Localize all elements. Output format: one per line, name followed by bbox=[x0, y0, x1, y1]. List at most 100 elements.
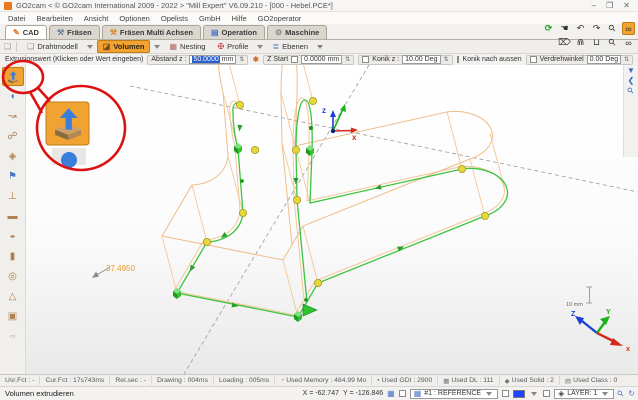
tool-boss-button[interactable]: ⊥ bbox=[2, 187, 24, 206]
zstart-checkbox[interactable] bbox=[291, 56, 298, 63]
tool-surface-button[interactable]: ⚑ bbox=[2, 167, 24, 186]
reference-checkbox[interactable] bbox=[399, 390, 406, 397]
verdreh-value[interactable]: 0.00 bbox=[590, 56, 604, 63]
regenerate-icon[interactable]: ⟳ bbox=[542, 22, 555, 35]
ribbon-volumen[interactable]: ◪ Volumen bbox=[97, 40, 151, 53]
collapse-icon[interactable]: ❮ bbox=[628, 77, 635, 85]
color-swatch[interactable] bbox=[513, 390, 525, 398]
maximize-button[interactable]: ❐ bbox=[606, 1, 613, 10]
verdreh-checkbox[interactable] bbox=[530, 56, 537, 63]
menu-hilfe[interactable]: Hilfe bbox=[232, 14, 247, 23]
verdreh-spinner[interactable]: ⇅ bbox=[624, 56, 629, 63]
strip-search-icon[interactable]: ⚲ bbox=[626, 86, 636, 96]
menu-ansicht[interactable]: Ansicht bbox=[84, 14, 109, 23]
abstand-spinner[interactable]: ⇅ bbox=[239, 56, 244, 63]
app-icon bbox=[4, 2, 12, 10]
lock-icon[interactable]: ⋒ bbox=[574, 36, 587, 49]
verdreh-field[interactable]: 0.00 Deg bbox=[587, 55, 621, 64]
ribbon-nesting-label: Nesting bbox=[180, 42, 205, 51]
abstand-field[interactable]: 50.0000 mm bbox=[189, 55, 236, 64]
layer-checkbox[interactable] bbox=[543, 390, 550, 397]
operation-icon: ▤ bbox=[211, 29, 219, 37]
viewport[interactable]: z x 37.4950 10 mm Z Y bbox=[26, 65, 638, 374]
dropdown-icon[interactable] bbox=[317, 45, 323, 49]
tool-revolve-button[interactable]: ◖ bbox=[2, 87, 24, 106]
tool-ellipsoid-button[interactable]: ○ bbox=[2, 327, 24, 346]
layer-icon: ◈ bbox=[558, 390, 564, 398]
abstand-value[interactable]: 50.0000 bbox=[192, 56, 219, 63]
tool-cube-button[interactable]: ▣ bbox=[2, 307, 24, 326]
command-zoom-icon[interactable]: ⚲ bbox=[616, 389, 626, 399]
konik-spinner[interactable]: ⇅ bbox=[444, 56, 449, 63]
origin-x-label: x bbox=[352, 133, 357, 142]
zstart-group: Z Start 0.0000 mm ⇅ bbox=[263, 55, 354, 65]
tab-cad[interactable]: ✎ CAD bbox=[5, 25, 47, 39]
delete-icon[interactable]: ⊔ bbox=[590, 36, 603, 49]
undo-icon[interactable]: ↶ bbox=[574, 22, 587, 35]
dropdown-icon[interactable] bbox=[257, 45, 263, 49]
zstart-field[interactable]: 0.0000 mm bbox=[301, 55, 342, 64]
zstart-value[interactable]: 0.0000 bbox=[304, 56, 325, 63]
menu-bearbeiten[interactable]: Bearbeiten bbox=[37, 14, 73, 23]
konik-group: Konik z : 10.00 Deg ⇅ bbox=[358, 55, 452, 65]
status-loading: Loading : 005ms bbox=[214, 376, 275, 385]
dropdown-icon[interactable] bbox=[87, 45, 93, 49]
visibility-icon[interactable]: ∞ bbox=[622, 36, 635, 49]
layer-select[interactable]: ◈ LAYER: 1 bbox=[554, 389, 614, 399]
konik-field[interactable]: 10.00 Deg bbox=[402, 55, 440, 64]
nav-triad[interactable]: Z Y x bbox=[571, 309, 630, 353]
close-button[interactable]: ✕ bbox=[623, 1, 630, 10]
disc-icon: ● bbox=[9, 233, 15, 239]
minimize-button[interactable]: – bbox=[592, 1, 596, 10]
status-cur-fct: Cur.Fct : 17s743ms bbox=[40, 376, 110, 385]
menu-datei[interactable]: Datei bbox=[8, 14, 26, 23]
dropdown-icon[interactable] bbox=[154, 45, 160, 49]
tool-disc-button[interactable]: ● bbox=[2, 227, 24, 246]
konik-aussen-checkbox[interactable] bbox=[457, 56, 459, 63]
tool-loft-button[interactable]: ◈ bbox=[2, 147, 24, 166]
menu-optionen[interactable]: Optionen bbox=[119, 14, 149, 23]
redo-icon[interactable]: ↷ bbox=[590, 22, 603, 35]
konik-checkbox[interactable] bbox=[362, 56, 369, 63]
apply-icon[interactable]: ✱ bbox=[252, 55, 259, 64]
tool-pipe-button[interactable]: ☍ bbox=[2, 127, 24, 146]
tool-cylinder-button[interactable]: ▮ bbox=[2, 247, 24, 266]
status-drawing: Drawing : 004ms bbox=[152, 376, 214, 385]
tool-plate-button[interactable]: ▬ bbox=[2, 207, 24, 226]
color-checkbox[interactable] bbox=[502, 390, 509, 397]
ribbon-ebenen-label: Ebenen bbox=[282, 42, 308, 51]
nav-x-label: x bbox=[626, 346, 630, 353]
reference-select[interactable]: ▦ #1 : REFERENCE bbox=[410, 389, 498, 399]
konik-value[interactable]: 10.00 bbox=[405, 56, 423, 63]
tool-torus-button[interactable]: ◎ bbox=[2, 267, 24, 286]
ribbon-nesting[interactable]: ▦ Nesting bbox=[164, 41, 210, 52]
display-mode-icon[interactable]: ∞ bbox=[622, 22, 635, 35]
tab-fraesen[interactable]: ⚒ Fräsen bbox=[49, 25, 100, 39]
ribbon-profile[interactable]: ✠ Profile bbox=[212, 41, 253, 52]
ribbon-drahtmodell[interactable]: ❏ Drahtmodell bbox=[22, 41, 83, 52]
window-title: GO2cam < © GO2cam International 2009 - 2… bbox=[16, 1, 333, 10]
tool-sweep-button[interactable]: ↝ bbox=[2, 107, 24, 126]
tab-operation[interactable]: ▤ Operation bbox=[203, 25, 265, 39]
scene-svg: z x 37.4950 10 mm Z Y bbox=[26, 65, 638, 374]
tab-fraesen-multi-achsen[interactable]: ⚒ Fräsen Multi Achsen bbox=[102, 25, 201, 39]
wireframe-icon: ❏ bbox=[27, 43, 34, 51]
tool-cone-button[interactable]: △ bbox=[2, 287, 24, 306]
filter-icon[interactable]: ▼ bbox=[627, 67, 635, 75]
menu-opelists[interactable]: Opelists bbox=[161, 14, 188, 23]
tab-maschine[interactable]: ⚙ Maschine bbox=[267, 25, 327, 39]
pan-hand-icon[interactable]: ☚ bbox=[558, 22, 571, 35]
zstart-spinner[interactable]: ⇅ bbox=[345, 56, 350, 63]
profile-icon: ✠ bbox=[217, 43, 224, 51]
verdreh-unit: Deg bbox=[605, 56, 618, 63]
erase-icon[interactable]: ⌦ bbox=[558, 36, 571, 49]
ribbon-ebenen[interactable]: ≣ Ebenen bbox=[267, 41, 313, 52]
grid-snap-icon[interactable]: ▦ bbox=[387, 390, 395, 398]
menu-gmbh[interactable]: GmbH bbox=[199, 14, 221, 23]
zoom-window-icon[interactable]: ⚲ bbox=[603, 33, 621, 51]
dimension-annotation: 37.4950 bbox=[92, 264, 135, 278]
tool-extrude-button[interactable] bbox=[2, 67, 24, 86]
new-document-icon[interactable]: ❏ bbox=[4, 43, 11, 51]
menu-go2operator[interactable]: GO2operator bbox=[258, 14, 302, 23]
command-refresh-icon[interactable]: ↻ bbox=[628, 390, 635, 398]
